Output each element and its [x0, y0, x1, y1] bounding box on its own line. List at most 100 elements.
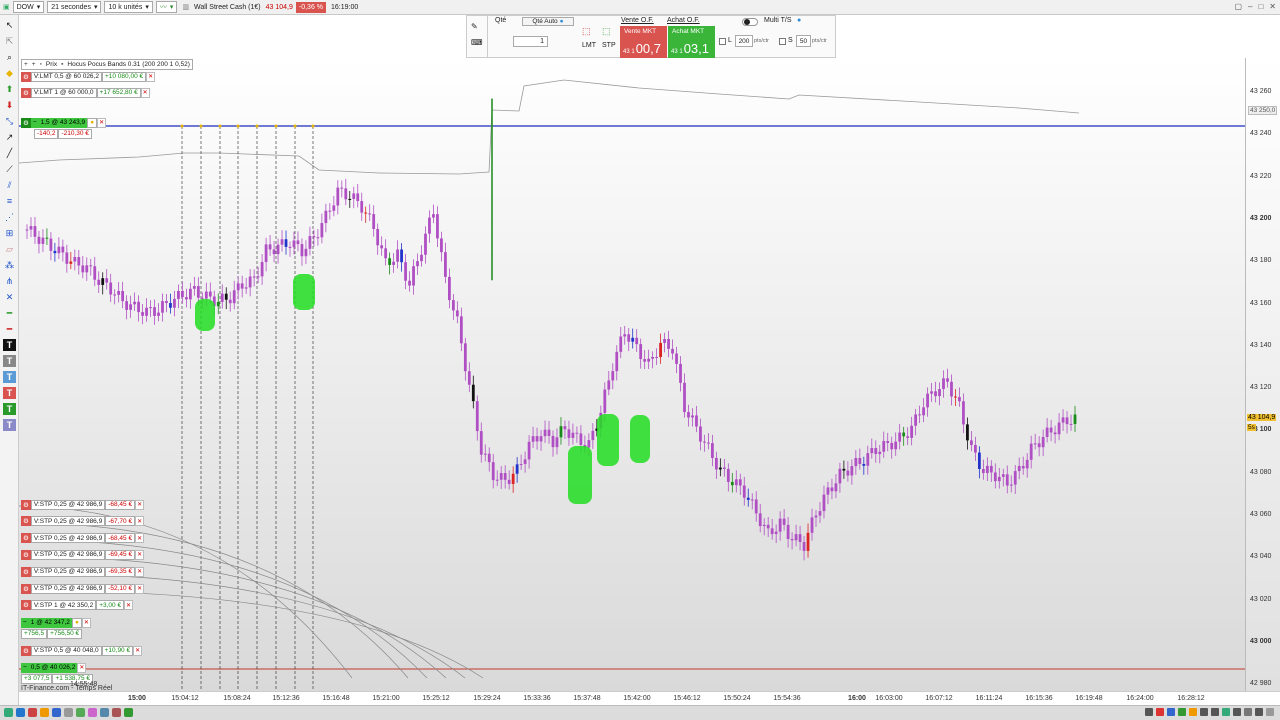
- edit-icon[interactable]: ✎: [471, 22, 478, 31]
- hline-green-icon[interactable]: ━: [3, 307, 16, 319]
- lmt-button[interactable]: LMT: [582, 42, 596, 49]
- cross-icon[interactable]: ✕: [3, 291, 16, 303]
- stop-order-label[interactable]: ⚙ V:STP 0,25 @ 42 986,9 -68,45 € ✕: [21, 533, 145, 544]
- stop-order-label[interactable]: ⚙ V:STP 0,25 @ 42 986,9 -67,70 € ✕: [21, 516, 145, 527]
- multi-ts-toggle[interactable]: [742, 18, 758, 26]
- hline-red-icon[interactable]: ━: [3, 323, 16, 335]
- tray-icon[interactable]: [1178, 708, 1186, 716]
- magnifier-icon[interactable]: ⌕: [3, 51, 16, 63]
- s-input[interactable]: 50: [796, 35, 811, 47]
- taskbar-app-icon[interactable]: [28, 708, 37, 717]
- tray-icon[interactable]: [1189, 708, 1197, 716]
- stop-order-label[interactable]: ⚙ V:STP 0,25 @ 42 986,9 -52,10 € ✕: [21, 583, 145, 594]
- close-order-icon[interactable]: ✕: [124, 600, 134, 611]
- window-icon[interactable]: ▢: [1234, 2, 1242, 11]
- text-gray-icon[interactable]: T: [3, 355, 16, 367]
- qty-auto-button[interactable]: Qté Auto ●: [522, 17, 574, 26]
- fibonacci-icon[interactable]: ≡: [3, 195, 16, 207]
- position-label[interactable]: − 0,5 @ 40 026,2 ✕: [21, 662, 87, 673]
- close-icon[interactable]: ✕: [1269, 2, 1276, 11]
- grid-icon[interactable]: ⁂: [3, 259, 16, 271]
- stop-order-label[interactable]: ⚙ V:STP 0,25 @ 42 986,9 -69,35 € ✕: [21, 566, 145, 577]
- position-label[interactable]: ⚙ − 1,5 @ 43 243,9 ● ✕: [21, 117, 107, 128]
- taskbar-app-icon[interactable]: [88, 708, 97, 717]
- order-settings-icon[interactable]: ⚙: [21, 600, 31, 611]
- text-purple-icon[interactable]: T: [3, 419, 16, 431]
- vente-of-label[interactable]: Vente O.F.: [621, 17, 654, 24]
- order-settings-icon[interactable]: ⚙: [21, 499, 31, 510]
- vente-mkt-button[interactable]: Vente MKT 43 1 00,7: [620, 26, 667, 59]
- order-settings-icon[interactable]: ⚙: [21, 516, 31, 527]
- order-settings-icon[interactable]: ⚙: [21, 533, 31, 544]
- close-position-icon[interactable]: ✕: [97, 117, 107, 128]
- l-input[interactable]: 200: [735, 35, 753, 47]
- tray-icon[interactable]: [1255, 708, 1263, 716]
- s-checkbox[interactable]: [779, 38, 786, 45]
- achat-of-label[interactable]: Achat O.F.: [667, 17, 700, 24]
- tray-icon[interactable]: [1200, 708, 1208, 716]
- stp-icon[interactable]: ⬚: [602, 26, 611, 37]
- tray-icon[interactable]: [1233, 708, 1241, 716]
- trendline-icon[interactable]: ↗: [3, 131, 16, 143]
- stop-order-label[interactable]: ⚙ V:STP 1 @ 42 350,2 +3,00 € ✕: [21, 600, 134, 611]
- time-axis[interactable]: 15:00 15:04:12 15:08:24 15:12:36 15:16:48 15:…: [19, 681, 1280, 705]
- close-position-icon[interactable]: ✕: [81, 617, 91, 628]
- order-settings-icon[interactable]: ⚙: [21, 87, 31, 98]
- pointer-icon[interactable]: ⇱: [3, 35, 16, 47]
- taskbar-app-icon[interactable]: [124, 708, 133, 717]
- position-minus-icon[interactable]: −: [30, 117, 39, 128]
- order-settings-icon[interactable]: ⚙: [21, 583, 31, 594]
- text-green-icon[interactable]: T: [3, 403, 16, 415]
- tray-icon[interactable]: [1266, 708, 1274, 716]
- close-order-icon[interactable]: ✕: [135, 549, 145, 560]
- close-order-icon[interactable]: ✕: [140, 87, 150, 98]
- text-red-icon[interactable]: T: [3, 387, 16, 399]
- taskbar-app-icon[interactable]: [40, 708, 49, 717]
- ray-icon[interactable]: ⟋: [3, 163, 16, 175]
- cursor-icon[interactable]: ↖: [3, 19, 16, 31]
- price-chart[interactable]: [19, 58, 1245, 691]
- pitchfork-icon[interactable]: ⋔: [3, 275, 16, 287]
- taskbar-app-icon[interactable]: [112, 708, 121, 717]
- text-black-icon[interactable]: T: [3, 339, 16, 351]
- bell-icon[interactable]: ◆: [3, 67, 16, 79]
- close-order-icon[interactable]: ✕: [135, 566, 145, 577]
- sell-arrow-icon[interactable]: ⬇: [3, 99, 16, 111]
- lmt-icon[interactable]: ⬚: [582, 26, 591, 37]
- tray-icon[interactable]: [1145, 708, 1153, 716]
- close-order-icon[interactable]: ✕: [135, 533, 145, 544]
- fan-icon[interactable]: ⋰: [3, 211, 16, 223]
- close-order-icon[interactable]: ✕: [146, 71, 156, 82]
- buy-arrow-icon[interactable]: ⬆: [3, 83, 16, 95]
- close-order-icon[interactable]: ✕: [135, 516, 145, 527]
- order-settings-icon[interactable]: ⚙: [21, 566, 31, 577]
- position-settings-icon[interactable]: ⚙: [21, 117, 31, 128]
- stp-button[interactable]: STP: [602, 42, 616, 49]
- line-tool-icon[interactable]: ⤡: [3, 115, 16, 127]
- position-minus-icon[interactable]: −: [21, 617, 29, 628]
- taskbar-app-icon[interactable]: [76, 708, 85, 717]
- order-label[interactable]: ⚙ V:LMT 1 @ 60 000,0 +17 652,80 € ✕: [21, 87, 150, 98]
- price-axis[interactable]: 43 260 43 240 43 220 43 200 43 180 43 160 43 1…: [1245, 58, 1280, 691]
- chart-type-button[interactable]: 〰 ▾: [155, 1, 178, 13]
- interval-select[interactable]: 21 secondes ▾: [47, 1, 102, 13]
- tray-icon[interactable]: [1244, 708, 1252, 716]
- close-order-icon[interactable]: ✕: [135, 583, 145, 594]
- stop-order-label[interactable]: ⚙ V:STP 0,25 @ 42 986,9 -68,45 € ✕: [21, 499, 145, 510]
- size-select[interactable]: 10 k unités ▾: [104, 1, 153, 13]
- order-label[interactable]: ⚙ V:STP 0,5 @ 40 048,0 +10,90 € ✕: [21, 645, 143, 656]
- close-position-icon[interactable]: ✕: [77, 662, 87, 673]
- close-order-icon[interactable]: ✕: [133, 645, 143, 656]
- order-label[interactable]: ⚙ V:LMT 0,5 @ 60 026,2 +10 080,00 € ✕: [21, 71, 156, 82]
- order-settings-icon[interactable]: ⚙: [21, 645, 31, 656]
- chart-legend[interactable]: + + ▪ Prix ▪ Hocus Pocus Bands 0.31 (200…: [21, 59, 193, 70]
- achat-mkt-button[interactable]: Achat MKT 43 1 03,1: [668, 26, 715, 59]
- gann-icon[interactable]: ⊞: [3, 227, 16, 239]
- taskbar-app-icon[interactable]: [52, 708, 61, 717]
- order-settings-icon[interactable]: ⚙: [21, 549, 31, 560]
- taskbar-app-icon[interactable]: [16, 708, 25, 717]
- close-order-icon[interactable]: ✕: [135, 499, 145, 510]
- l-checkbox[interactable]: [719, 38, 726, 45]
- taskbar-app-icon[interactable]: [4, 708, 13, 717]
- qty-input[interactable]: 1: [513, 36, 548, 47]
